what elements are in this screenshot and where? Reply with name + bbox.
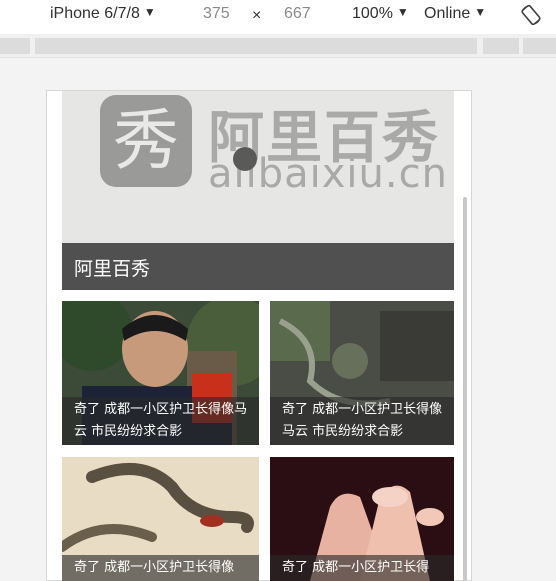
- width-input[interactable]: 375: [203, 5, 230, 23]
- banner-title: 阿里百秀: [74, 258, 151, 280]
- media-query-segment[interactable]: [35, 38, 477, 54]
- media-query-bar[interactable]: [0, 34, 556, 58]
- height-input[interactable]: 667: [284, 5, 311, 23]
- banner[interactable]: 秀 阿里百秀 alibaixiu.cn 阿里百秀: [62, 91, 454, 290]
- news-card[interactable]: 奇了 成都一小区护卫长得像: [62, 457, 259, 581]
- news-card[interactable]: 奇了 成都一小区护卫长得像马云 市民纷纷求合影: [270, 301, 454, 445]
- chevron-down-icon: ▼: [474, 5, 487, 19]
- network-value: Online: [424, 5, 471, 22]
- banner-title-bar: 阿里百秀: [62, 243, 454, 290]
- rotate-icon[interactable]: [519, 3, 543, 27]
- zoom-select[interactable]: 100% ▼: [352, 5, 409, 23]
- viewport-scrollbar[interactable]: [463, 197, 467, 581]
- device-name: iPhone 6/7/8: [50, 5, 140, 22]
- media-query-segment[interactable]: [0, 38, 30, 54]
- card-caption: 奇了 成都一小区护卫长得: [270, 555, 454, 581]
- network-select[interactable]: Online ▼: [424, 5, 486, 23]
- card-caption: 奇了 成都一小区护卫长得像马云 市民纷纷求合影: [270, 397, 454, 445]
- chevron-down-icon: ▼: [396, 5, 409, 19]
- news-card[interactable]: 奇了 成都一小区护卫长得: [270, 457, 454, 581]
- zoom-value: 100%: [352, 5, 393, 22]
- carousel-indicator[interactable]: [233, 147, 257, 171]
- logo-icon: 秀: [100, 95, 192, 187]
- device-select[interactable]: iPhone 6/7/8 ▼: [50, 5, 156, 23]
- card-caption: 奇了 成都一小区护卫长得像马云 市民纷纷求合影: [62, 397, 259, 445]
- news-card[interactable]: 奇了 成都一小区护卫长得像马云 市民纷纷求合影: [62, 301, 259, 445]
- chevron-down-icon: ▼: [143, 5, 156, 19]
- device-toolbar: iPhone 6/7/8 ▼ 375 × 667 100% ▼ Online ▼: [0, 0, 556, 30]
- media-query-segment[interactable]: [523, 38, 556, 54]
- media-query-segment[interactable]: [483, 38, 519, 54]
- times-icon: ×: [252, 7, 262, 24]
- card-caption: 奇了 成都一小区护卫长得像: [62, 555, 259, 581]
